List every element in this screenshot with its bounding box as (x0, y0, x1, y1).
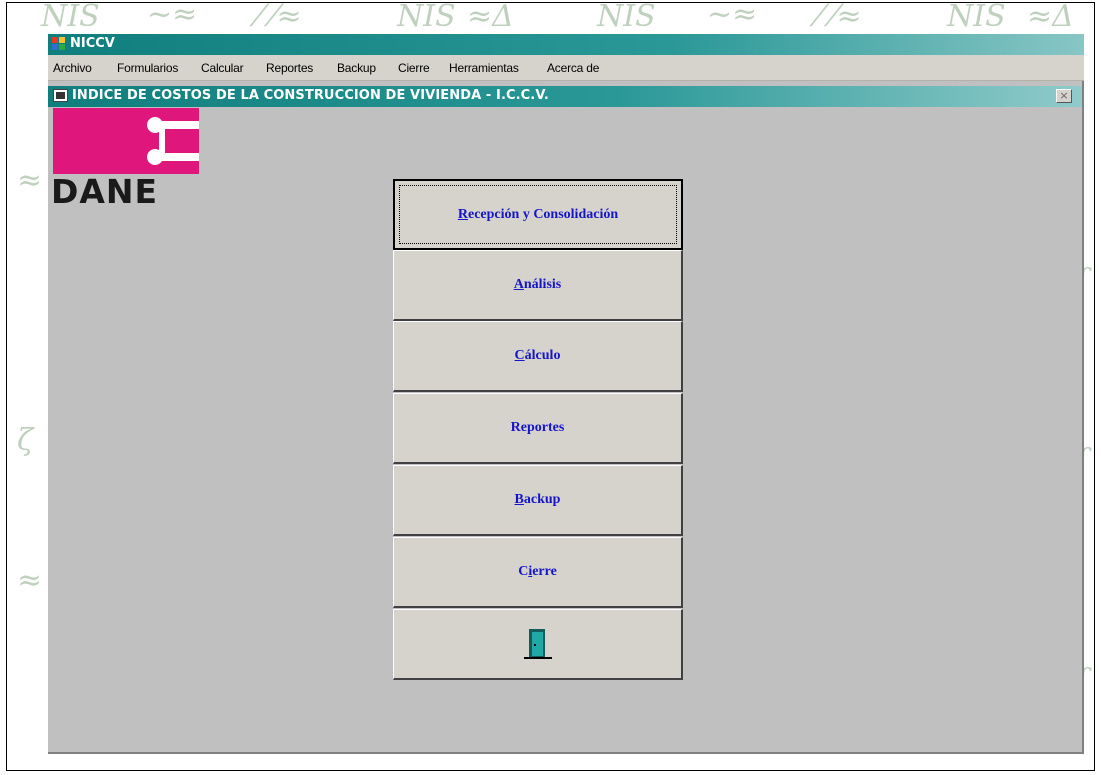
calculo-button[interactable]: Cálculo (393, 321, 683, 392)
menu-reportes[interactable]: Reportes (266, 61, 313, 75)
menu-archivo[interactable]: Archivo (53, 61, 92, 75)
logo-dot (147, 149, 163, 165)
menu-acerca-de[interactable]: Acerca de (547, 61, 599, 75)
button-label: Reportes (510, 420, 565, 435)
menu-cierre[interactable]: Cierre (398, 61, 430, 75)
dane-logo (53, 108, 199, 174)
background-pattern: ΝΙS (947, 2, 1006, 34)
logo-text: DANE (51, 172, 159, 211)
background-pattern: ~≈ (147, 2, 198, 32)
background-pattern: ≈ (17, 563, 43, 598)
logo-bar (159, 129, 165, 153)
reportes-button[interactable]: Reportes (393, 393, 683, 464)
button-label: Cierre (518, 564, 557, 579)
door-exit-icon (523, 629, 552, 659)
background-pattern: ≈ (17, 163, 43, 198)
background-pattern: ⁄ ⁄≈ (817, 2, 862, 34)
cierre-button[interactable]: Cierre (393, 537, 683, 608)
backup-button[interactable]: Backup (393, 465, 683, 536)
app-icon (52, 37, 65, 50)
background-pattern: ~≈ (707, 2, 758, 32)
button-label: Análisis (513, 277, 562, 292)
background-pattern: ⁄ ⁄≈ (257, 2, 302, 34)
background-pattern: ≈Δ (1027, 2, 1074, 34)
menu-bar: Archivo Formularios Calcular Reportes Ba… (48, 55, 1084, 81)
logo-dot (147, 117, 163, 133)
background-pattern: ζ (17, 423, 34, 458)
focus-ring (399, 185, 677, 244)
app-title-bar[interactable]: NICCV (48, 34, 1084, 55)
background-pattern: ΝΙS (41, 2, 100, 34)
button-label: Cálculo (514, 348, 561, 363)
background-pattern: ΝΙS (397, 2, 456, 34)
window-icon (53, 89, 68, 102)
menu-formularios[interactable]: Formularios (117, 61, 178, 75)
menu-calcular[interactable]: Calcular (201, 61, 244, 75)
child-window-title-bar[interactable]: INDICE DE COSTOS DE LA CONSTRUCCION DE V… (48, 86, 1082, 107)
child-window-title: INDICE DE COSTOS DE LA CONSTRUCCION DE V… (72, 88, 549, 103)
analisis-button[interactable]: Análisis (393, 250, 683, 321)
door-knob (533, 644, 536, 646)
door-floor (523, 657, 552, 659)
close-button[interactable]: × (1056, 89, 1072, 103)
background-pattern: ≈Δ (467, 2, 514, 34)
exit-button[interactable] (393, 609, 683, 680)
button-label: Backup (514, 492, 561, 507)
app-title: NICCV (70, 36, 115, 51)
background-pattern: ΝΙS (597, 2, 656, 34)
menu-herramientas[interactable]: Herramientas (449, 61, 519, 75)
menu-backup[interactable]: Backup (337, 61, 376, 75)
recepcion-consolidacion-button[interactable]: Recepción y Consolidación (393, 179, 683, 250)
mdi-client-area: INDICE DE COSTOS DE LA CONSTRUCCION DE V… (48, 81, 1084, 754)
